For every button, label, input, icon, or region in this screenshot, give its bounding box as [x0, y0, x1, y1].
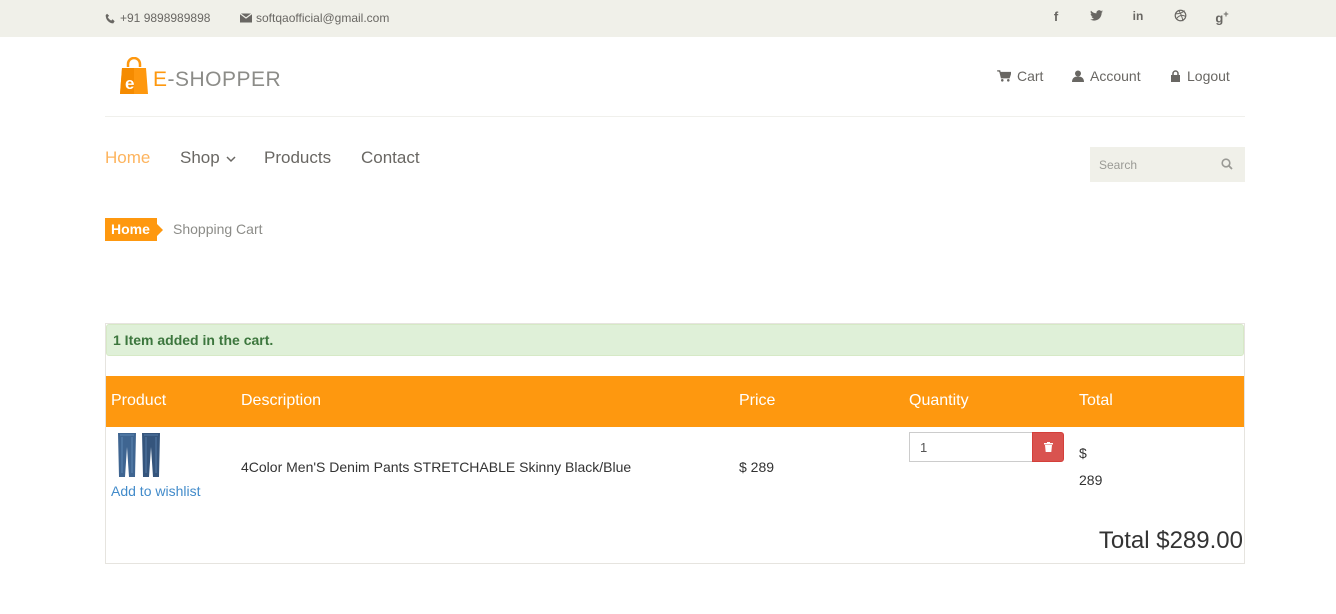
chevron-down-icon [226, 156, 236, 163]
breadcrumb-current: Shopping Cart [173, 221, 263, 237]
logo[interactable]: e E-SHOPPER [119, 56, 282, 95]
twitter-icon[interactable] [1088, 9, 1104, 24]
product-thumbnail-jeans[interactable] [114, 431, 164, 481]
header-product: Product [111, 392, 167, 409]
user-icon [1072, 70, 1084, 82]
header-description: Description [241, 392, 322, 409]
dribbble-icon[interactable] [1172, 9, 1188, 25]
product-price: $ 289 [739, 459, 775, 475]
svg-text:e: e [125, 74, 134, 93]
email-contact: softqaofficial@gmail.com [240, 11, 389, 25]
nav-home[interactable]: Home [105, 148, 150, 168]
cart-icon [997, 70, 1011, 82]
lock-icon [1171, 70, 1180, 82]
nav-products[interactable]: Products [264, 148, 331, 168]
nav-contact[interactable]: Contact [361, 148, 420, 168]
quantity-input[interactable]: 1 [909, 432, 1033, 462]
search-icon[interactable] [1221, 158, 1233, 170]
header-quantity: Quantity [909, 392, 969, 409]
cart-link[interactable]: Cart [997, 68, 1043, 84]
shopping-bag-logo-icon: e [119, 56, 149, 95]
header-price: Price [739, 392, 776, 409]
product-description: 4Color Men'S Denim Pants STRETCHABLE Ski… [241, 459, 632, 475]
phone-contact: +91 9898989898 [105, 11, 210, 25]
search-input[interactable]: Search [1090, 147, 1245, 182]
linkedin-icon[interactable]: in [1130, 9, 1146, 23]
account-link[interactable]: Account [1072, 68, 1141, 84]
add-to-wishlist-link[interactable]: Add to wishlist [111, 483, 200, 499]
phone-number: +91 9898989898 [120, 11, 211, 25]
grand-total: Total $289.00 [1098, 527, 1243, 554]
header-divider [105, 116, 1245, 117]
line-total-value: 289 [1079, 472, 1103, 488]
cart-panel: 1 Item added in the cart. Product Descri… [105, 323, 1245, 564]
facebook-icon[interactable]: f [1048, 9, 1064, 24]
breadcrumb-home[interactable]: Home [105, 218, 163, 241]
cart-table-header: Product Description Price Quantity Total [106, 376, 1244, 427]
logo-text: E-SHOPPER [153, 68, 282, 91]
nav-shop[interactable]: Shop [180, 148, 236, 168]
delete-item-button[interactable] [1032, 432, 1064, 462]
logout-link[interactable]: Logout [1170, 68, 1230, 84]
success-alert: 1 Item added in the cart. [106, 324, 1244, 356]
google-plus-icon[interactable]: g+ [1214, 9, 1230, 25]
phone-icon [105, 13, 115, 23]
line-total-currency: $ [1079, 445, 1087, 461]
top-bar: +91 9898989898 softqaofficial@gmail.com … [0, 0, 1336, 37]
email-address: softqaofficial@gmail.com [256, 11, 390, 25]
envelope-icon [240, 13, 252, 23]
search-placeholder: Search [1099, 158, 1138, 172]
trash-icon [1043, 442, 1053, 452]
header-total: Total [1079, 392, 1113, 409]
